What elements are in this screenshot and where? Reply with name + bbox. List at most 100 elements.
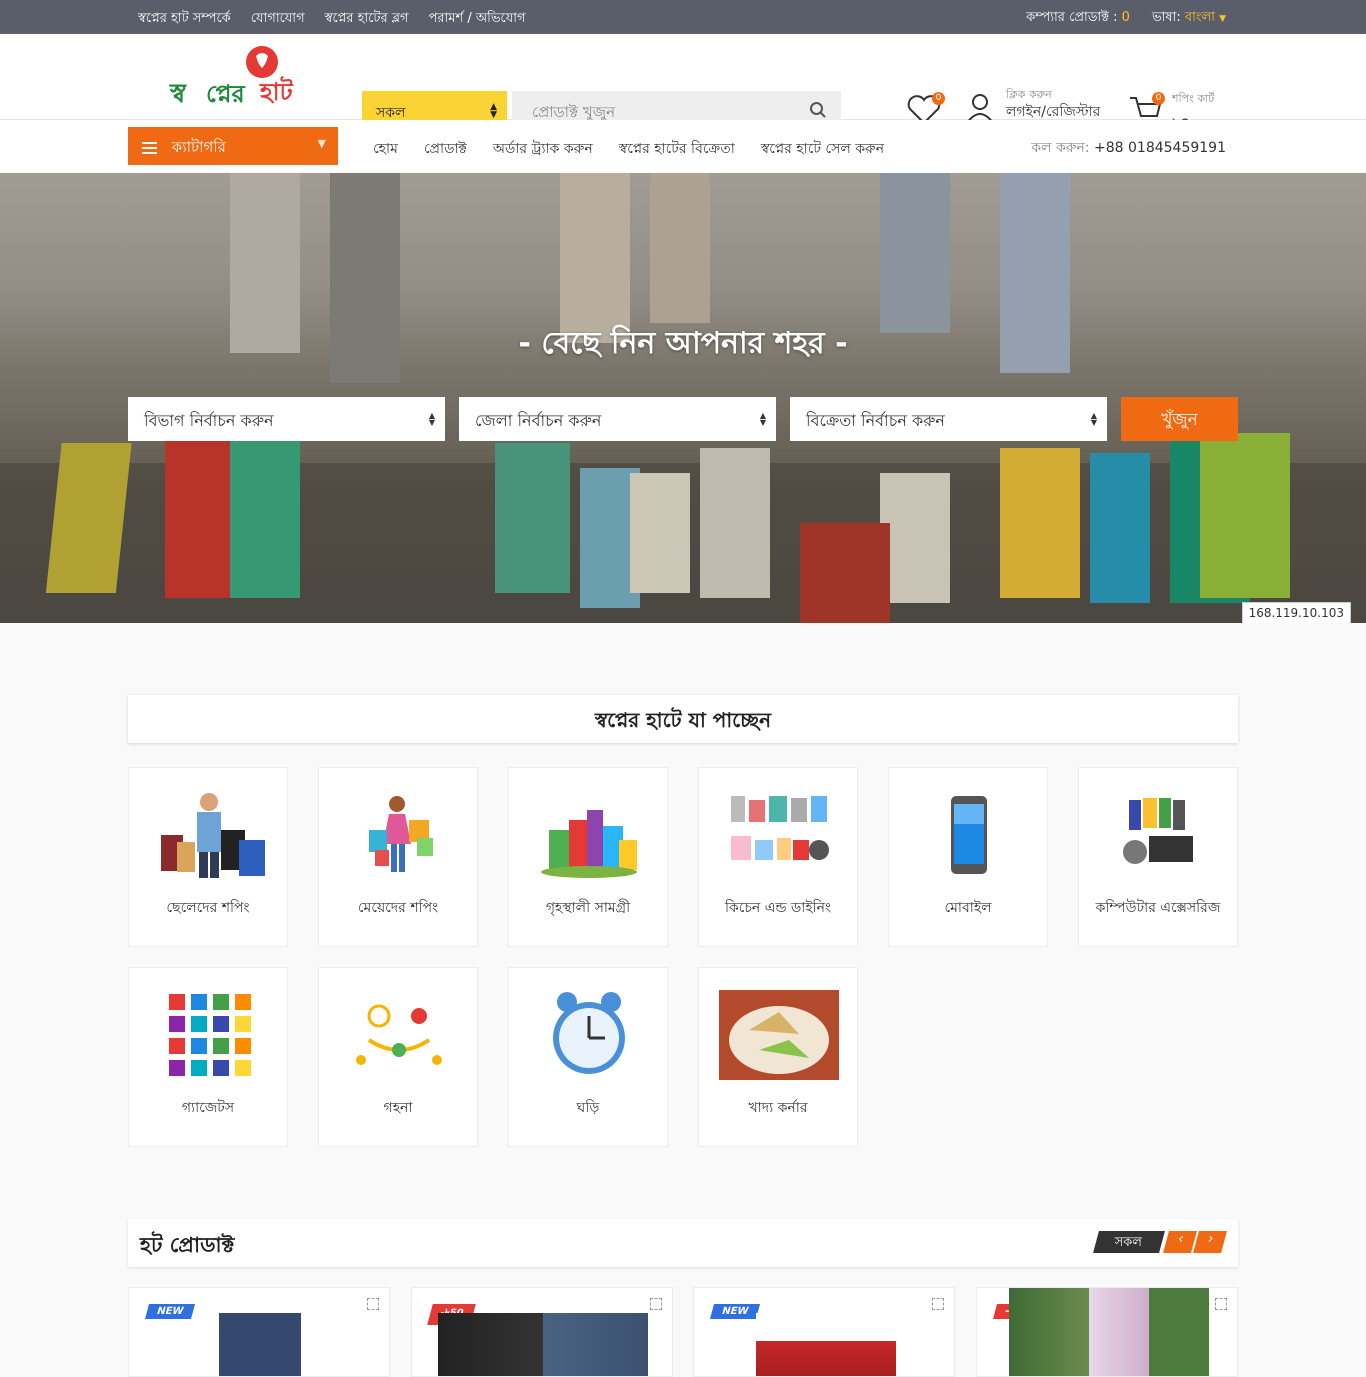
- category-card-jewelry[interactable]: গহনা: [318, 967, 478, 1147]
- gadget-tile: [213, 994, 229, 1010]
- product-card[interactable]: -৳50: [411, 1287, 673, 1377]
- seller-select-value: বিক্রেতা নির্বাচন করুন: [806, 411, 945, 430]
- compare-count: 0: [1121, 10, 1130, 25]
- carousel-next-button[interactable]: ›: [1193, 1231, 1227, 1253]
- chevron-down-icon: ▼: [317, 137, 326, 150]
- site-logo[interactable]: স্ব প্নের হাট: [168, 44, 296, 110]
- category-label: খাদ্য কর্নার: [748, 1100, 808, 1116]
- compare-label: কম্প্যার প্রোডাক্ট :: [1026, 10, 1118, 25]
- category-label: গ্যাজেটস: [181, 1100, 235, 1116]
- category-label: ছেলেদের শপিং: [166, 900, 250, 916]
- cart-count-badge: 0: [1152, 92, 1165, 105]
- select-arrows-icon: ▲ ▼: [490, 102, 497, 120]
- gadget-tile: [169, 1016, 185, 1032]
- division-select-value: বিভাগ নির্বাচন করুন: [144, 411, 274, 430]
- view-all-button[interactable]: সকল: [1093, 1231, 1165, 1253]
- category-card-mens[interactable]: ছেলেদের শপিং: [128, 767, 288, 947]
- gadget-tile: [213, 1038, 229, 1054]
- seller-select[interactable]: বিক্রেতা নির্বাচন করুন ▲ ▼: [790, 397, 1107, 441]
- category-label: মেয়েদের শপিং: [357, 900, 439, 916]
- product-tag: NEW: [144, 1304, 196, 1319]
- view-all-label: সকল: [1114, 1235, 1143, 1250]
- category-card-gadgets[interactable]: গ্যাজেটস: [128, 967, 288, 1147]
- category-card-mobile[interactable]: মোবাইল: [888, 767, 1048, 947]
- gadget-tile: [169, 1038, 185, 1054]
- gadget-tile: [235, 994, 251, 1010]
- expand-icon[interactable]: [1215, 1298, 1227, 1310]
- product-card[interactable]: NEW: [693, 1287, 955, 1377]
- phone-number[interactable]: +88 01845459191: [1094, 140, 1226, 156]
- mobile-phone-image: [951, 796, 987, 874]
- gadget-tile: [213, 1016, 229, 1032]
- gadget-tile: [169, 994, 185, 1010]
- language-switch[interactable]: ভাষা: বাংলা ▼: [1152, 8, 1226, 29]
- expand-icon[interactable]: [932, 1298, 944, 1310]
- product-image: [438, 1313, 648, 1376]
- alarm-clock-image: [553, 992, 625, 1074]
- mens-shopping-image: [161, 793, 265, 878]
- category-label: মোবাইল: [944, 900, 992, 916]
- womens-shopping-image: [369, 796, 433, 872]
- product-image: [219, 1313, 301, 1376]
- category-card-food[interactable]: খাদ্য কর্নার: [698, 967, 858, 1147]
- jewelry-image: [356, 1004, 442, 1065]
- gadget-tile: [169, 1060, 185, 1076]
- hot-products-title: হট প্রোডাক্ট: [140, 1233, 235, 1257]
- category-menu-button[interactable]: ক্যাটাগরি ▼: [128, 127, 338, 165]
- nav-sell[interactable]: স্বপ্নের হাটে সেল করুন: [761, 137, 884, 161]
- main-header: স্ব প্নের হাট সকল ▲ ▼ প্রোডাক্ট খুজুন 0 ক…: [0, 34, 1366, 134]
- category-card-watch[interactable]: ঘড়ি: [508, 967, 668, 1147]
- district-select[interactable]: জেলা নির্বাচন করুন ▲ ▼: [459, 397, 776, 441]
- category-label: গহনা: [383, 1100, 413, 1116]
- login-register[interactable]: ক্লিক করুন লগইন/রেজিস্টার: [1006, 88, 1100, 119]
- expand-icon[interactable]: [367, 1298, 379, 1310]
- login-hint: ক্লিক করুন: [1006, 88, 1052, 101]
- gadget-tile: [191, 1060, 207, 1076]
- gadget-tile: [235, 1016, 251, 1032]
- division-select[interactable]: বিভাগ নির্বাচন করুন ▲ ▼: [128, 397, 445, 441]
- carousel-prev-button[interactable]: ‹: [1163, 1231, 1197, 1253]
- category-card-kitchen[interactable]: কিচেন এন্ড ডাইনিং: [698, 767, 858, 947]
- expand-icon[interactable]: [650, 1298, 662, 1310]
- nav-track-order[interactable]: অর্ডার ট্র্যাক করুন: [493, 137, 593, 161]
- gadgets-image: [169, 994, 251, 1076]
- hot-products-heading-bar: হট প্রোডাক্ট সকল ‹ ›: [128, 1219, 1238, 1267]
- phone-contact: কল করুন: +88 01845459191: [1031, 136, 1226, 160]
- product-card[interactable]: NEW: [128, 1287, 390, 1377]
- food-image: [719, 990, 839, 1080]
- top-links: স্বপ্নের হাট সম্পর্কে যোগাযোগ স্বপ্নের হ…: [138, 9, 526, 30]
- product-image: [1009, 1288, 1209, 1376]
- category-card-household[interactable]: গৃহস্থালী সামগ্রী: [508, 767, 668, 947]
- nav-sellers[interactable]: স্বপ্নের হাটের বিক্রেতা: [619, 137, 735, 161]
- nav-links: হোম প্রোডাক্ট অর্ডার ট্র্যাক করুন স্বপ্ন…: [373, 137, 884, 161]
- search-placeholder: প্রোডাক্ট খুজুন: [532, 103, 616, 121]
- category-label: ঘড়ি: [576, 1100, 600, 1116]
- hero-banner: - বেছে নিন আপনার শহর - বিভাগ নির্বাচন কর…: [0, 173, 1366, 623]
- language-value: বাংলা: [1184, 10, 1215, 25]
- product-tag: NEW: [709, 1304, 761, 1319]
- kitchen-appliances-image: [731, 796, 829, 860]
- main-nav: ক্যাটাগরি ▼ হোম প্রোডাক্ট অর্ডার ট্র্যাক…: [0, 120, 1366, 172]
- svg-text:হাট: হাট: [259, 76, 294, 106]
- nav-home[interactable]: হোম: [373, 137, 398, 161]
- nav-products[interactable]: প্রোডাক্ট: [424, 137, 467, 161]
- chevron-left-icon: ‹: [1175, 1231, 1186, 1247]
- category-card-womens[interactable]: মেয়েদের শপিং: [318, 767, 478, 947]
- chevron-right-icon: ›: [1205, 1231, 1216, 1247]
- top-link-feedback[interactable]: পরামর্শ / অভিযোগ: [429, 9, 526, 30]
- compare-products[interactable]: কম্প্যার প্রোডাক্ট : 0: [1026, 8, 1130, 29]
- category-menu-label: ক্যাটাগরি: [171, 138, 226, 156]
- top-link-about[interactable]: স্বপ্নের হাট সম্পর্কে: [138, 9, 231, 30]
- top-link-blog[interactable]: স্বপ্নের হাটের ব্লগ: [325, 9, 409, 30]
- category-label: কিচেন এন্ড ডাইনিং: [724, 900, 832, 916]
- top-link-contact[interactable]: যোগাযোগ: [251, 9, 305, 30]
- gadget-tile: [235, 1038, 251, 1054]
- gadget-tile: [191, 994, 207, 1010]
- product-card[interactable]: -10%: [976, 1287, 1238, 1377]
- select-arrows-icon: ▲ ▼: [428, 411, 435, 427]
- category-card-computer[interactable]: কম্পিউটার এক্সেসরিজ: [1078, 767, 1238, 947]
- chevron-down-icon: ▼: [1219, 14, 1226, 24]
- gadget-tile: [213, 1060, 229, 1076]
- hero-search-button[interactable]: খুঁজুন: [1121, 397, 1238, 441]
- search-icon[interactable]: [809, 101, 827, 119]
